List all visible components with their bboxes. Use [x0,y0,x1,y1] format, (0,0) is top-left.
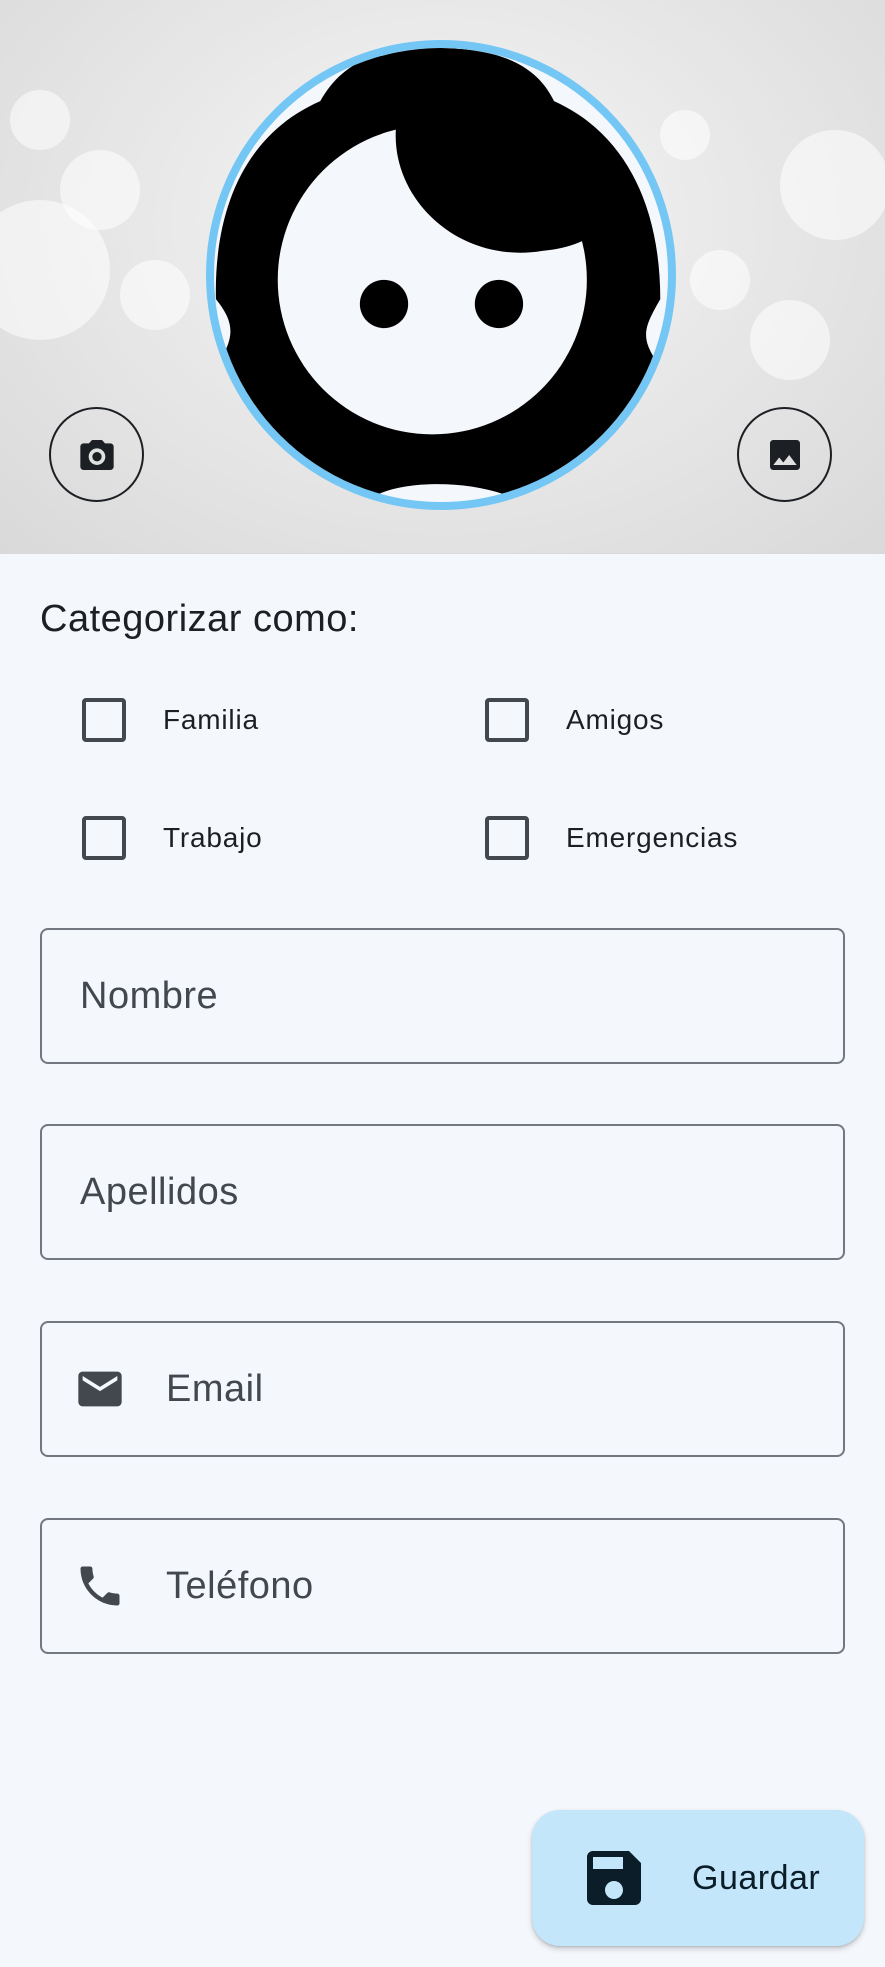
save-button[interactable]: Guardar [532,1810,864,1946]
camera-button[interactable] [49,407,144,502]
apellidos-field[interactable] [40,1124,845,1260]
bokeh-decoration [60,150,140,230]
avatar[interactable] [206,40,676,510]
checkbox-box[interactable] [485,816,529,860]
checkbox-box[interactable] [485,698,529,742]
bokeh-decoration [690,250,750,310]
bokeh-decoration [780,130,885,240]
bokeh-decoration [750,300,830,380]
profile-header [0,0,885,554]
category-label: Categorizar como: [40,598,359,640]
bokeh-decoration [660,110,710,160]
bokeh-decoration [10,90,70,150]
email-icon [74,1363,126,1415]
nombre-input[interactable] [42,974,843,1018]
save-button-label: Guardar [692,1858,821,1897]
bokeh-decoration [120,260,190,330]
checkbox-emergencias[interactable]: Emergencias [485,816,738,860]
gallery-button[interactable] [737,407,832,502]
phone-icon [74,1560,126,1612]
checkbox-familia[interactable]: Familia [82,698,259,742]
checkbox-box[interactable] [82,698,126,742]
apellidos-input[interactable] [42,1170,843,1214]
telefono-field[interactable] [40,1518,845,1654]
checkbox-label: Trabajo [163,822,263,853]
email-input[interactable] [166,1367,843,1411]
email-field[interactable] [40,1321,845,1457]
telefono-input[interactable] [166,1564,843,1608]
image-icon [769,439,800,470]
checkbox-label: Emergencias [566,822,739,853]
checkbox-amigos[interactable]: Amigos [485,698,664,742]
nombre-field[interactable] [40,928,845,1064]
camera-icon [79,439,114,470]
face-icon [215,48,661,495]
checkbox-trabajo[interactable]: Trabajo [82,816,263,860]
save-icon [578,1842,650,1914]
checkbox-label: Amigos [566,704,665,735]
checkbox-box[interactable] [82,816,126,860]
checkbox-label: Familia [163,704,259,735]
